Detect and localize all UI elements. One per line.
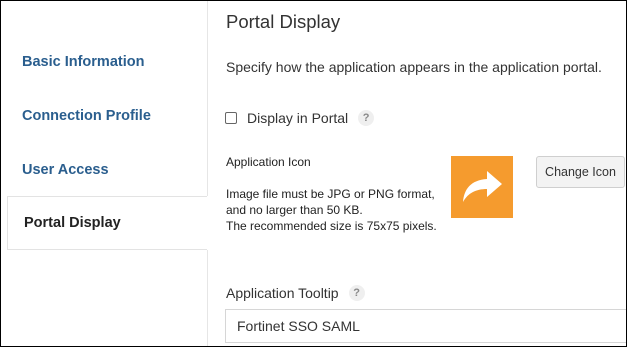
help-line: Image file must be JPG or PNG format, xyxy=(226,187,435,201)
sidebar-item-user-access[interactable]: User Access xyxy=(1,143,207,197)
help-line: The recommended size is 75x75 pixels. xyxy=(226,219,437,233)
sidebar-item-basic-information[interactable]: Basic Information xyxy=(1,35,207,89)
application-tooltip-input[interactable]: Fortinet SSO SAML xyxy=(225,309,626,343)
display-in-portal-checkbox[interactable] xyxy=(225,112,237,124)
sidebar-item-connection-profile[interactable]: Connection Profile xyxy=(1,89,207,143)
application-icon-help-text: Image file must be JPG or PNG format, an… xyxy=(226,186,437,234)
page-title: Portal Display xyxy=(226,11,341,32)
application-icon-label: Application Icon xyxy=(226,155,311,169)
app-frame: Basic Information Connection Profile Use… xyxy=(0,0,627,347)
help-icon[interactable]: ? xyxy=(348,285,365,301)
application-tooltip-row: Application Tooltip ? xyxy=(226,285,365,301)
display-in-portal-label[interactable]: Display in Portal xyxy=(247,110,348,126)
page-description: Specify how the application appears in t… xyxy=(226,59,602,75)
sidebar-item-label: Portal Display xyxy=(24,215,121,231)
sidebar: Basic Information Connection Profile Use… xyxy=(1,1,208,346)
sidebar-item-label: Connection Profile xyxy=(22,108,151,124)
sidebar-item-label: Basic Information xyxy=(22,54,145,70)
share-arrow-icon xyxy=(463,171,502,202)
help-icon[interactable]: ? xyxy=(358,110,375,126)
application-icon-preview xyxy=(451,156,513,218)
sidebar-item-portal-display[interactable]: Portal Display xyxy=(7,196,208,250)
help-line: and no larger than 50 KB. xyxy=(226,203,363,217)
main-panel: Portal Display Specify how the applicati… xyxy=(208,1,626,346)
display-in-portal-row: Display in Portal ? xyxy=(225,110,375,126)
sidebar-item-label: User Access xyxy=(22,162,109,178)
application-tooltip-label: Application Tooltip xyxy=(226,285,339,301)
change-icon-button[interactable]: Change Icon xyxy=(536,156,625,188)
